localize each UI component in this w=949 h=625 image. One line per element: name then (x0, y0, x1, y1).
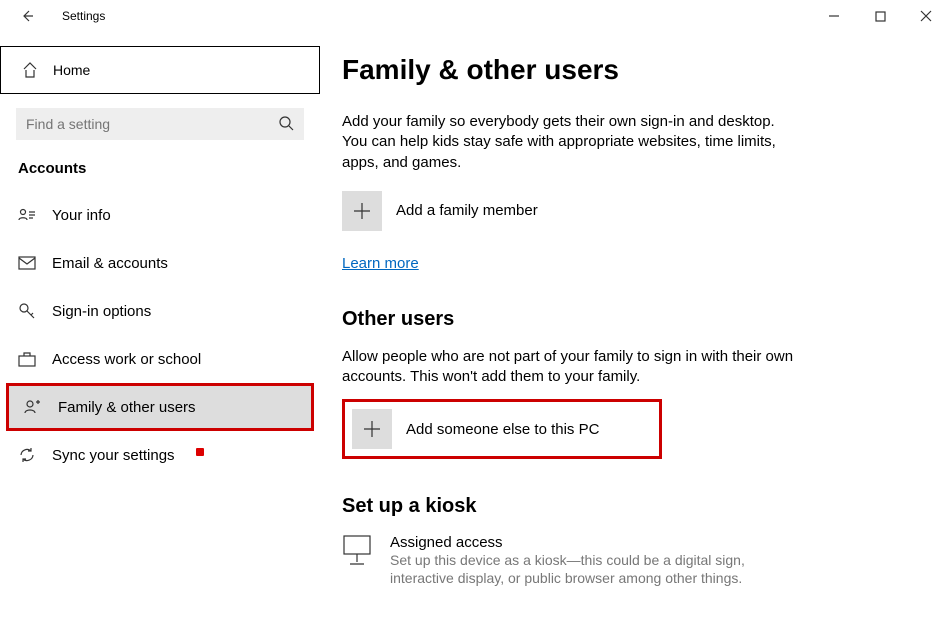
close-button[interactable] (903, 0, 949, 32)
app-title: Settings (62, 9, 105, 23)
sidebar-category: Accounts (0, 160, 320, 191)
plus-icon (352, 409, 392, 449)
plus-icon (342, 191, 382, 231)
mail-icon (18, 256, 36, 270)
other-users-description: Allow people who are not part of your fa… (342, 347, 802, 388)
close-icon (920, 10, 932, 22)
page-title: Family & other users (342, 54, 909, 86)
kiosk-icon (342, 534, 372, 587)
person-badge-icon (18, 208, 36, 222)
minimize-icon (828, 10, 840, 22)
sidebar-item-sync[interactable]: Sync your settings (0, 431, 320, 479)
annotation-marker (196, 448, 204, 456)
add-other-user-highlight: Add someone else to this PC (342, 399, 662, 459)
sidebar-item-label: Sign-in options (52, 303, 151, 320)
home-nav[interactable]: Home (0, 46, 320, 94)
kiosk-heading: Set up a kiosk (342, 495, 909, 518)
search-input[interactable] (16, 108, 304, 140)
other-users-heading: Other users (342, 308, 909, 331)
sidebar-item-work-school[interactable]: Access work or school (0, 335, 320, 383)
kiosk-title: Assigned access (390, 534, 782, 551)
learn-more-link[interactable]: Learn more (342, 255, 419, 272)
sidebar-item-label: Email & accounts (52, 255, 168, 272)
home-icon (21, 61, 39, 79)
back-button[interactable] (14, 0, 40, 32)
kiosk-subtitle: Set up this device as a kiosk—this could… (390, 551, 782, 587)
add-other-user-button[interactable]: Add someone else to this PC (352, 409, 656, 449)
minimize-button[interactable] (811, 0, 857, 32)
sidebar-item-label: Access work or school (52, 351, 201, 368)
sidebar-item-email[interactable]: Email & accounts (0, 239, 320, 287)
sidebar-item-label: Family & other users (58, 399, 196, 416)
sidebar: Home Accounts Your info (0, 32, 320, 625)
settings-window: Settings Home (0, 0, 949, 625)
titlebar: Settings (0, 0, 949, 32)
add-other-label: Add someone else to this PC (406, 421, 599, 438)
sidebar-item-label: Sync your settings (52, 447, 175, 464)
key-icon (18, 302, 36, 320)
people-icon (24, 399, 42, 415)
sidebar-item-signin[interactable]: Sign-in options (0, 287, 320, 335)
home-label: Home (53, 62, 90, 78)
add-family-member-button[interactable]: Add a family member (342, 191, 909, 231)
assigned-access-button[interactable]: Assigned access Set up this device as a … (342, 534, 782, 587)
sidebar-item-family[interactable]: Family & other users (6, 383, 314, 431)
maximize-icon (875, 11, 886, 22)
maximize-button[interactable] (857, 0, 903, 32)
sidebar-item-your-info[interactable]: Your info (0, 191, 320, 239)
family-description: Add your family so everybody gets their … (342, 112, 802, 173)
sync-icon (18, 446, 36, 464)
briefcase-icon (18, 351, 36, 367)
add-family-label: Add a family member (396, 202, 538, 219)
sidebar-item-label: Your info (52, 207, 111, 224)
search-icon (278, 115, 294, 134)
content-pane: Family & other users Add your family so … (320, 32, 949, 625)
